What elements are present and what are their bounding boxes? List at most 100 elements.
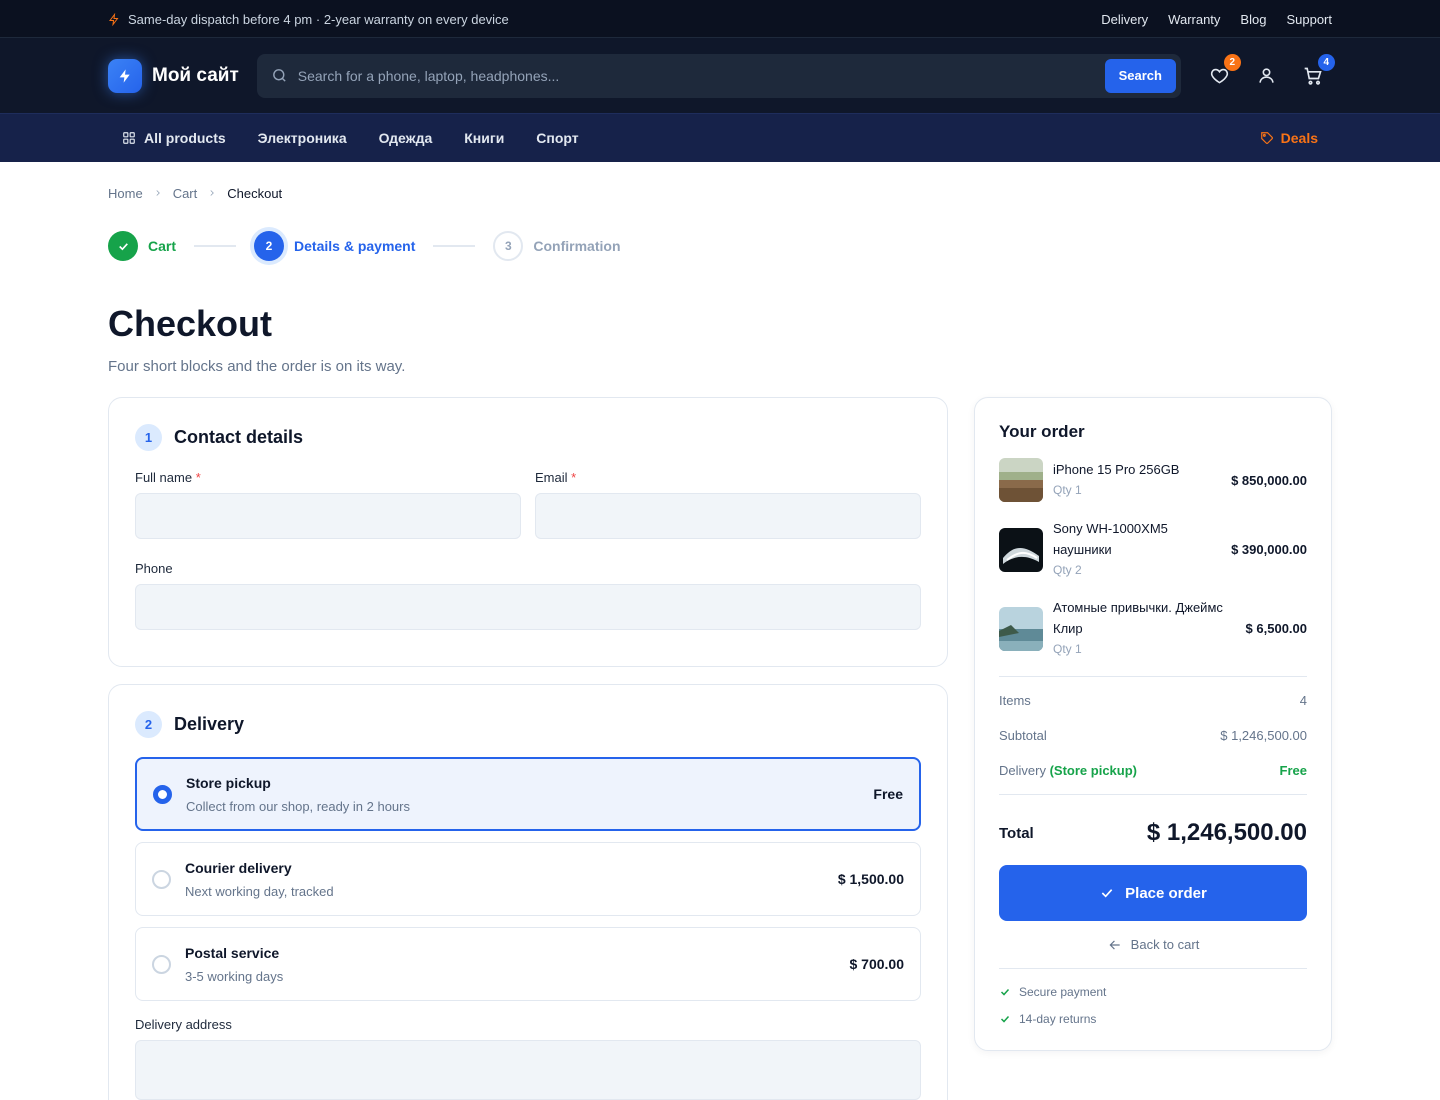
cart-button[interactable]: 4 xyxy=(1303,54,1335,86)
item-price: $ 6,500.00 xyxy=(1245,621,1307,636)
delivery-value: Free xyxy=(1279,763,1307,778)
search-button[interactable]: Search xyxy=(1104,58,1176,93)
step-connector xyxy=(194,245,237,247)
delivery-option-postal[interactable]: Postal service 3-5 working days $ 700.00 xyxy=(135,927,921,1001)
order-item: iPhone 15 Pro 256GB Qty 1 $ 850,000.00 xyxy=(999,458,1307,502)
nav-category-books[interactable]: Книги xyxy=(464,130,504,146)
contact-header: 1 Contact details xyxy=(135,424,921,451)
step-confirmation-number: 3 xyxy=(493,231,524,261)
nav-category-sport[interactable]: Спорт xyxy=(536,130,578,146)
nav-all-products-label: All products xyxy=(144,130,226,146)
header-actions: 2 4 xyxy=(1209,54,1335,86)
breadcrumb-checkout: Checkout xyxy=(227,185,283,201)
order-item: Атомные привычки. Джеймс Клир Qty 1 $ 6,… xyxy=(999,597,1307,660)
product-thumbnail xyxy=(999,458,1043,502)
grid-icon xyxy=(123,132,135,144)
check-icon xyxy=(1101,889,1113,898)
subtotal-row: Subtotal $ 1,246,500.00 xyxy=(999,728,1307,743)
radio-unselected[interactable] xyxy=(152,869,171,889)
divider xyxy=(999,794,1307,795)
tag-icon xyxy=(1260,132,1273,144)
nav-deals[interactable]: Deals xyxy=(1260,130,1318,146)
email-input[interactable] xyxy=(535,493,921,539)
delivery-card: 2 Delivery Store pickup Collect from our… xyxy=(108,684,948,1100)
checkout-steps: Cart 2 Details & payment 3 Confirmation xyxy=(108,230,1332,262)
option-price: $ 700.00 xyxy=(849,956,905,972)
radio-selected[interactable] xyxy=(153,784,172,804)
item-name: iPhone 15 Pro 256GB xyxy=(1053,462,1180,477)
full-name-input[interactable] xyxy=(135,493,521,539)
back-to-cart-link[interactable]: Back to cart xyxy=(999,937,1307,952)
site-logo[interactable]: Мой сайт xyxy=(108,58,239,93)
nav-all-products[interactable]: All products xyxy=(122,130,226,146)
step-details-number: 2 xyxy=(254,231,285,261)
logo-text: Мой сайт xyxy=(152,64,239,86)
phone-label: Phone xyxy=(135,561,173,576)
step-connector xyxy=(433,245,476,247)
total-row: Total $ 1,246,500.00 xyxy=(999,819,1307,847)
top-link-warranty[interactable]: Warranty xyxy=(1168,12,1220,27)
breadcrumb-home[interactable]: Home xyxy=(108,186,143,201)
item-name: Атомные привычки. Джеймс Клир xyxy=(1053,600,1223,636)
top-link-blog[interactable]: Blog xyxy=(1240,12,1266,27)
trust-returns: 14-day returns xyxy=(999,1012,1307,1026)
option-title: Store pickup xyxy=(186,774,271,791)
full-name-label: Full name * xyxy=(135,470,201,485)
top-link-delivery[interactable]: Delivery xyxy=(1101,12,1148,27)
logo-bolt-icon xyxy=(108,58,142,93)
phone-field: Phone xyxy=(135,561,921,630)
delivery-option-courier[interactable]: Courier delivery Next working day, track… xyxy=(135,842,921,916)
delivery-address-input[interactable] xyxy=(135,1040,921,1100)
user-icon xyxy=(1259,68,1274,83)
phone-input[interactable] xyxy=(135,584,921,630)
items-value: 4 xyxy=(1299,693,1307,708)
option-price: $ 1,500.00 xyxy=(837,871,904,887)
email-field: Email * xyxy=(535,470,921,561)
nav-category-clothing[interactable]: Одежда xyxy=(379,130,433,146)
subtotal-value: $ 1,246,500.00 xyxy=(1220,728,1307,743)
order-summary: Your order iPhone 15 Pro 256GB Qty 1 $ 8… xyxy=(974,397,1332,1051)
items-label: Items xyxy=(999,693,1031,708)
option-description: 3-5 working days xyxy=(185,968,284,984)
check-icon xyxy=(1000,988,1010,996)
summary-title: Your order xyxy=(999,422,1085,441)
bolt-icon xyxy=(108,12,120,26)
full-name-field: Full name * xyxy=(135,470,521,539)
option-description: Next working day, tracked xyxy=(185,883,334,899)
top-link-support[interactable]: Support xyxy=(1286,12,1332,27)
delivery-address-label: Delivery address xyxy=(135,1017,232,1032)
step-cart[interactable]: Cart xyxy=(108,231,176,261)
account-button[interactable] xyxy=(1256,65,1277,86)
option-title: Courier delivery xyxy=(185,859,292,876)
step-confirmation: 3 Confirmation xyxy=(493,231,621,261)
item-price: $ 390,000.00 xyxy=(1231,542,1307,557)
nav-category-electronics[interactable]: Электроника xyxy=(258,130,347,146)
radio-unselected[interactable] xyxy=(152,954,171,974)
summary-lines: Items 4 Subtotal $ 1,246,500.00 Delivery… xyxy=(999,693,1307,778)
email-label: Email * xyxy=(535,470,577,485)
option-price: Free xyxy=(873,786,903,802)
product-thumbnail xyxy=(999,527,1043,572)
nav-deals-label: Deals xyxy=(1280,130,1318,146)
delivery-option-store-pickup[interactable]: Store pickup Collect from our shop, read… xyxy=(135,757,921,831)
contact-section-title: Contact details xyxy=(174,427,304,447)
place-order-button[interactable]: Place order xyxy=(999,865,1307,921)
items-count-row: Items 4 xyxy=(999,693,1307,708)
subtotal-label: Subtotal xyxy=(999,728,1047,743)
search-input[interactable] xyxy=(297,67,1105,84)
contact-section-number: 1 xyxy=(135,424,162,451)
search-icon xyxy=(271,67,288,84)
promo-text: Same-day dispatch before 4 pm · 2-year w… xyxy=(128,11,509,27)
wishlist-button[interactable]: 2 xyxy=(1209,54,1241,86)
contact-details-card: 1 Contact details Full name * Email * Ph… xyxy=(108,397,948,667)
category-nav: All products Электроника Одежда Книги Сп… xyxy=(0,113,1440,162)
check-icon xyxy=(1000,1015,1010,1023)
breadcrumb-cart[interactable]: Cart xyxy=(173,186,198,201)
trust-secure-payment: Secure payment xyxy=(999,985,1307,999)
step-details: 2 Details & payment xyxy=(254,231,415,261)
chevron-right-icon xyxy=(207,188,217,198)
item-name: Sony WH-1000XM5 наушники xyxy=(1053,521,1168,557)
chevron-right-icon xyxy=(153,188,163,198)
order-item: Sony WH-1000XM5 наушники Qty 2 $ 390,000… xyxy=(999,518,1307,581)
trust-label: 14-day returns xyxy=(1019,1012,1097,1026)
